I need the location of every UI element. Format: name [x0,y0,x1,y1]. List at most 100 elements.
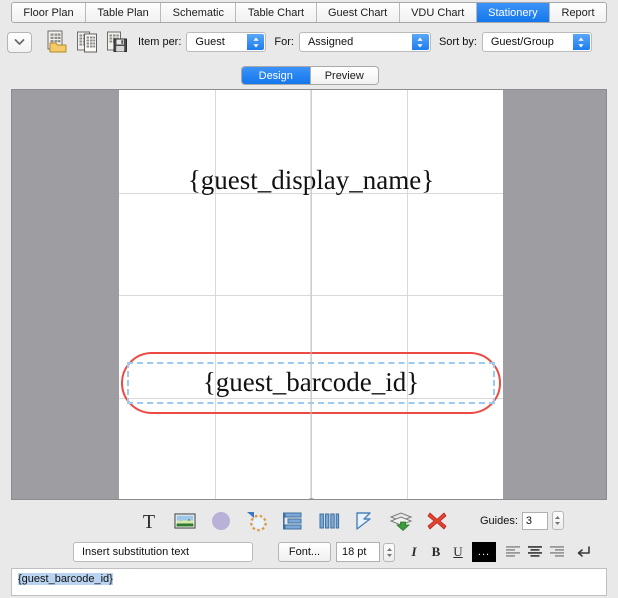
tab-label: Schematic [172,6,224,19]
guides-input[interactable]: 3 [521,511,548,530]
tab-floor-plan[interactable]: Floor Plan [12,3,86,22]
align-right-button[interactable] [546,542,568,562]
image-tool-button[interactable] [172,508,198,534]
tab-guest-chart[interactable]: Guest Chart [316,3,400,22]
tab-stationery[interactable]: Stationery [476,3,551,22]
shape-tool-icon [247,511,267,531]
tab-label: Table Chart [247,6,305,19]
stationery-page[interactable]: {guest_display_name} {guest_barcode_id} [119,90,503,499]
distribute-objects-icon [319,513,340,528]
source-text-value: {guest_barcode_id} [18,573,113,585]
item-per-label: Item per: [138,36,182,48]
bold-button[interactable]: B [425,542,447,562]
align-center-button[interactable] [524,542,546,562]
font-size-stepper[interactable] [383,542,395,562]
text-format-bar: Insert substitution text Font... 18 pt I… [11,540,607,564]
preview-label: Preview [324,69,364,82]
line-break-icon [577,546,590,557]
line-break-button[interactable] [572,542,594,562]
align-objects-button[interactable] [280,508,306,534]
stepper-arrows-icon [555,516,561,525]
tab-schematic[interactable]: Schematic [161,3,237,22]
layers-icon [389,511,413,531]
tab-label: Floor Plan [23,6,74,19]
layers-button[interactable] [388,508,414,534]
text-tool-button[interactable]: T [136,508,162,534]
center-alignment-guide [310,90,312,499]
underline-button[interactable]: U [447,542,469,562]
select-arrows [189,544,197,560]
tab-vdu-chart[interactable]: VDU Chart [399,3,477,22]
object-tool-bar: T Guides: 3 [11,504,607,537]
svg-text:T: T [143,511,155,532]
rotate-tool-button[interactable] [352,508,378,534]
italic-button[interactable]: I [403,542,425,562]
guides-stepper[interactable] [551,511,564,530]
select-arrows [247,34,265,50]
select-arrows [411,34,429,50]
circle-shape-button[interactable] [208,508,234,534]
font-button-label: Font... [288,546,321,558]
center-guide-handle[interactable] [307,498,315,499]
design-canvas[interactable]: {guest_display_name} {guest_barcode_id} [11,89,607,500]
color-swatch-label: ... [477,546,491,558]
delete-button[interactable] [424,508,450,534]
align-objects-icon [283,512,302,529]
design-label: Design [258,69,293,82]
for-label: For: [274,36,294,48]
sort-by-label: Sort by: [438,36,477,48]
tab-label: VDU Chart [411,6,465,19]
rotate-tool-icon [356,511,371,530]
main-tab-bar: Floor Plan Table Plan Schematic Table Ch… [11,2,607,23]
toolbar-overflow-button[interactable] [7,31,32,53]
italic-label: I [411,544,417,559]
font-size-input[interactable]: 18 pt [336,542,380,562]
substitution-value: Insert substitution text [82,546,189,558]
stationery-designer-window: Floor Plan Table Plan Schematic Table Ch… [0,0,618,598]
document-action-icons [44,29,130,55]
font-button[interactable]: Font... [278,542,331,562]
align-left-icon [506,546,520,557]
chevron-down-icon [14,39,25,45]
for-value: Assigned [307,36,354,48]
preview-mode-button[interactable]: Preview [310,67,378,84]
guides-label: Guides: [480,514,518,527]
distribute-objects-button[interactable] [316,508,342,534]
underline-label: U [453,544,463,559]
select-arrows [572,34,590,50]
shape-tool-button[interactable] [244,508,270,534]
tab-label: Table Plan [97,6,149,19]
sort-by-value: Guest/Group [490,36,554,48]
tab-table-plan[interactable]: Table Plan [85,3,162,22]
text-tool-icon: T [143,511,155,532]
design-preview-toggle: Design Preview [241,66,379,85]
guides-control: Guides: 3 [480,511,564,530]
for-select[interactable]: Assigned [298,32,431,52]
stationery-toolbar: Item per: Guest For: Assigned Sort by: G… [0,26,618,58]
text-color-swatch[interactable]: ... [472,542,496,562]
stepper-arrows-icon [386,547,392,557]
tab-report[interactable]: Report [550,3,606,22]
image-tool-icon [174,512,196,529]
design-mode-button[interactable]: Design [242,67,311,84]
font-size-value: 18 pt [342,546,367,558]
item-per-value: Guest [195,36,225,48]
save-document-icon[interactable] [104,29,130,55]
guides-value: 3 [525,514,533,527]
align-right-icon [550,546,564,557]
tab-label: Stationery [488,6,538,19]
tab-label: Report [561,6,595,19]
circle-shape-icon [212,511,230,530]
open-document-icon[interactable] [44,29,70,55]
align-left-button[interactable] [502,542,524,562]
source-text-field[interactable]: {guest_barcode_id} [11,568,607,596]
sort-by-select[interactable]: Guest/Group [481,32,592,52]
substitution-text-select[interactable]: Insert substitution text [73,542,253,562]
bold-label: B [431,544,441,559]
tab-label: Guest Chart [327,6,388,19]
delete-icon [427,512,447,529]
duplicate-document-icon[interactable] [74,29,100,55]
align-center-icon [528,546,542,557]
tab-table-chart[interactable]: Table Chart [236,3,317,22]
item-per-select[interactable]: Guest [186,32,267,52]
